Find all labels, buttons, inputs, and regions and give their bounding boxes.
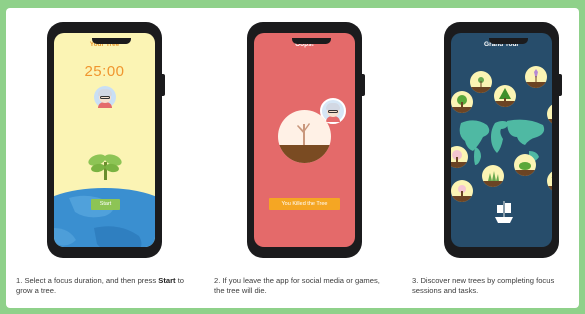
caption-step-1: 1. Select a focus duration, and then pre…: [16, 276, 191, 296]
phone-grand-tour: Grand Tour: [444, 22, 562, 258]
tree-badge[interactable]: [482, 165, 504, 187]
caption-bold-start: Start: [158, 276, 176, 285]
tree-badge[interactable]: [494, 85, 516, 107]
caption-text: 1. Select a focus duration, and then pre…: [16, 276, 159, 285]
start-button[interactable]: Start: [91, 199, 120, 210]
dead-tree-illustration: [278, 110, 331, 163]
tree-badge[interactable]: [470, 71, 492, 93]
oops-screen: Oops! You Killed the Tree: [254, 33, 355, 247]
phone-oops: Oops! You Killed the Tree: [247, 22, 365, 258]
phone-side-button: [162, 74, 165, 96]
onboarding-card: Your Tree 25:00 Start 1. Select a focus …: [6, 8, 579, 308]
phone-notch: [92, 38, 131, 44]
phone-notch: [292, 38, 331, 44]
your-tree-screen: Your Tree 25:00 Start: [54, 33, 155, 247]
tree-badge[interactable]: [525, 66, 547, 88]
avatar[interactable]: [94, 86, 116, 108]
tree-badge[interactable]: [547, 170, 552, 192]
phone-side-button: [559, 74, 562, 96]
tree-badge[interactable]: [451, 180, 473, 202]
earth-ground: [54, 188, 155, 247]
tree-badge[interactable]: [451, 146, 468, 168]
you-killed-the-tree-button[interactable]: You Killed the Tree: [269, 198, 340, 210]
phone-side-button: [362, 74, 365, 96]
caption-step-2: 2. If you leave the app for social media…: [214, 276, 380, 295]
phone-notch: [489, 38, 528, 44]
sprout-icon: [88, 154, 122, 180]
tree-badge[interactable]: [451, 91, 473, 113]
caption-step-3: 3. Discover new trees by completing focu…: [412, 276, 555, 295]
tree-badge[interactable]: [514, 154, 536, 176]
tree-badge[interactable]: [547, 103, 552, 125]
ship-icon: [495, 201, 513, 223]
grand-tour-screen: Grand Tour: [451, 33, 552, 247]
focus-timer[interactable]: 25:00: [54, 63, 155, 80]
phone-your-tree: Your Tree 25:00 Start: [47, 22, 165, 258]
